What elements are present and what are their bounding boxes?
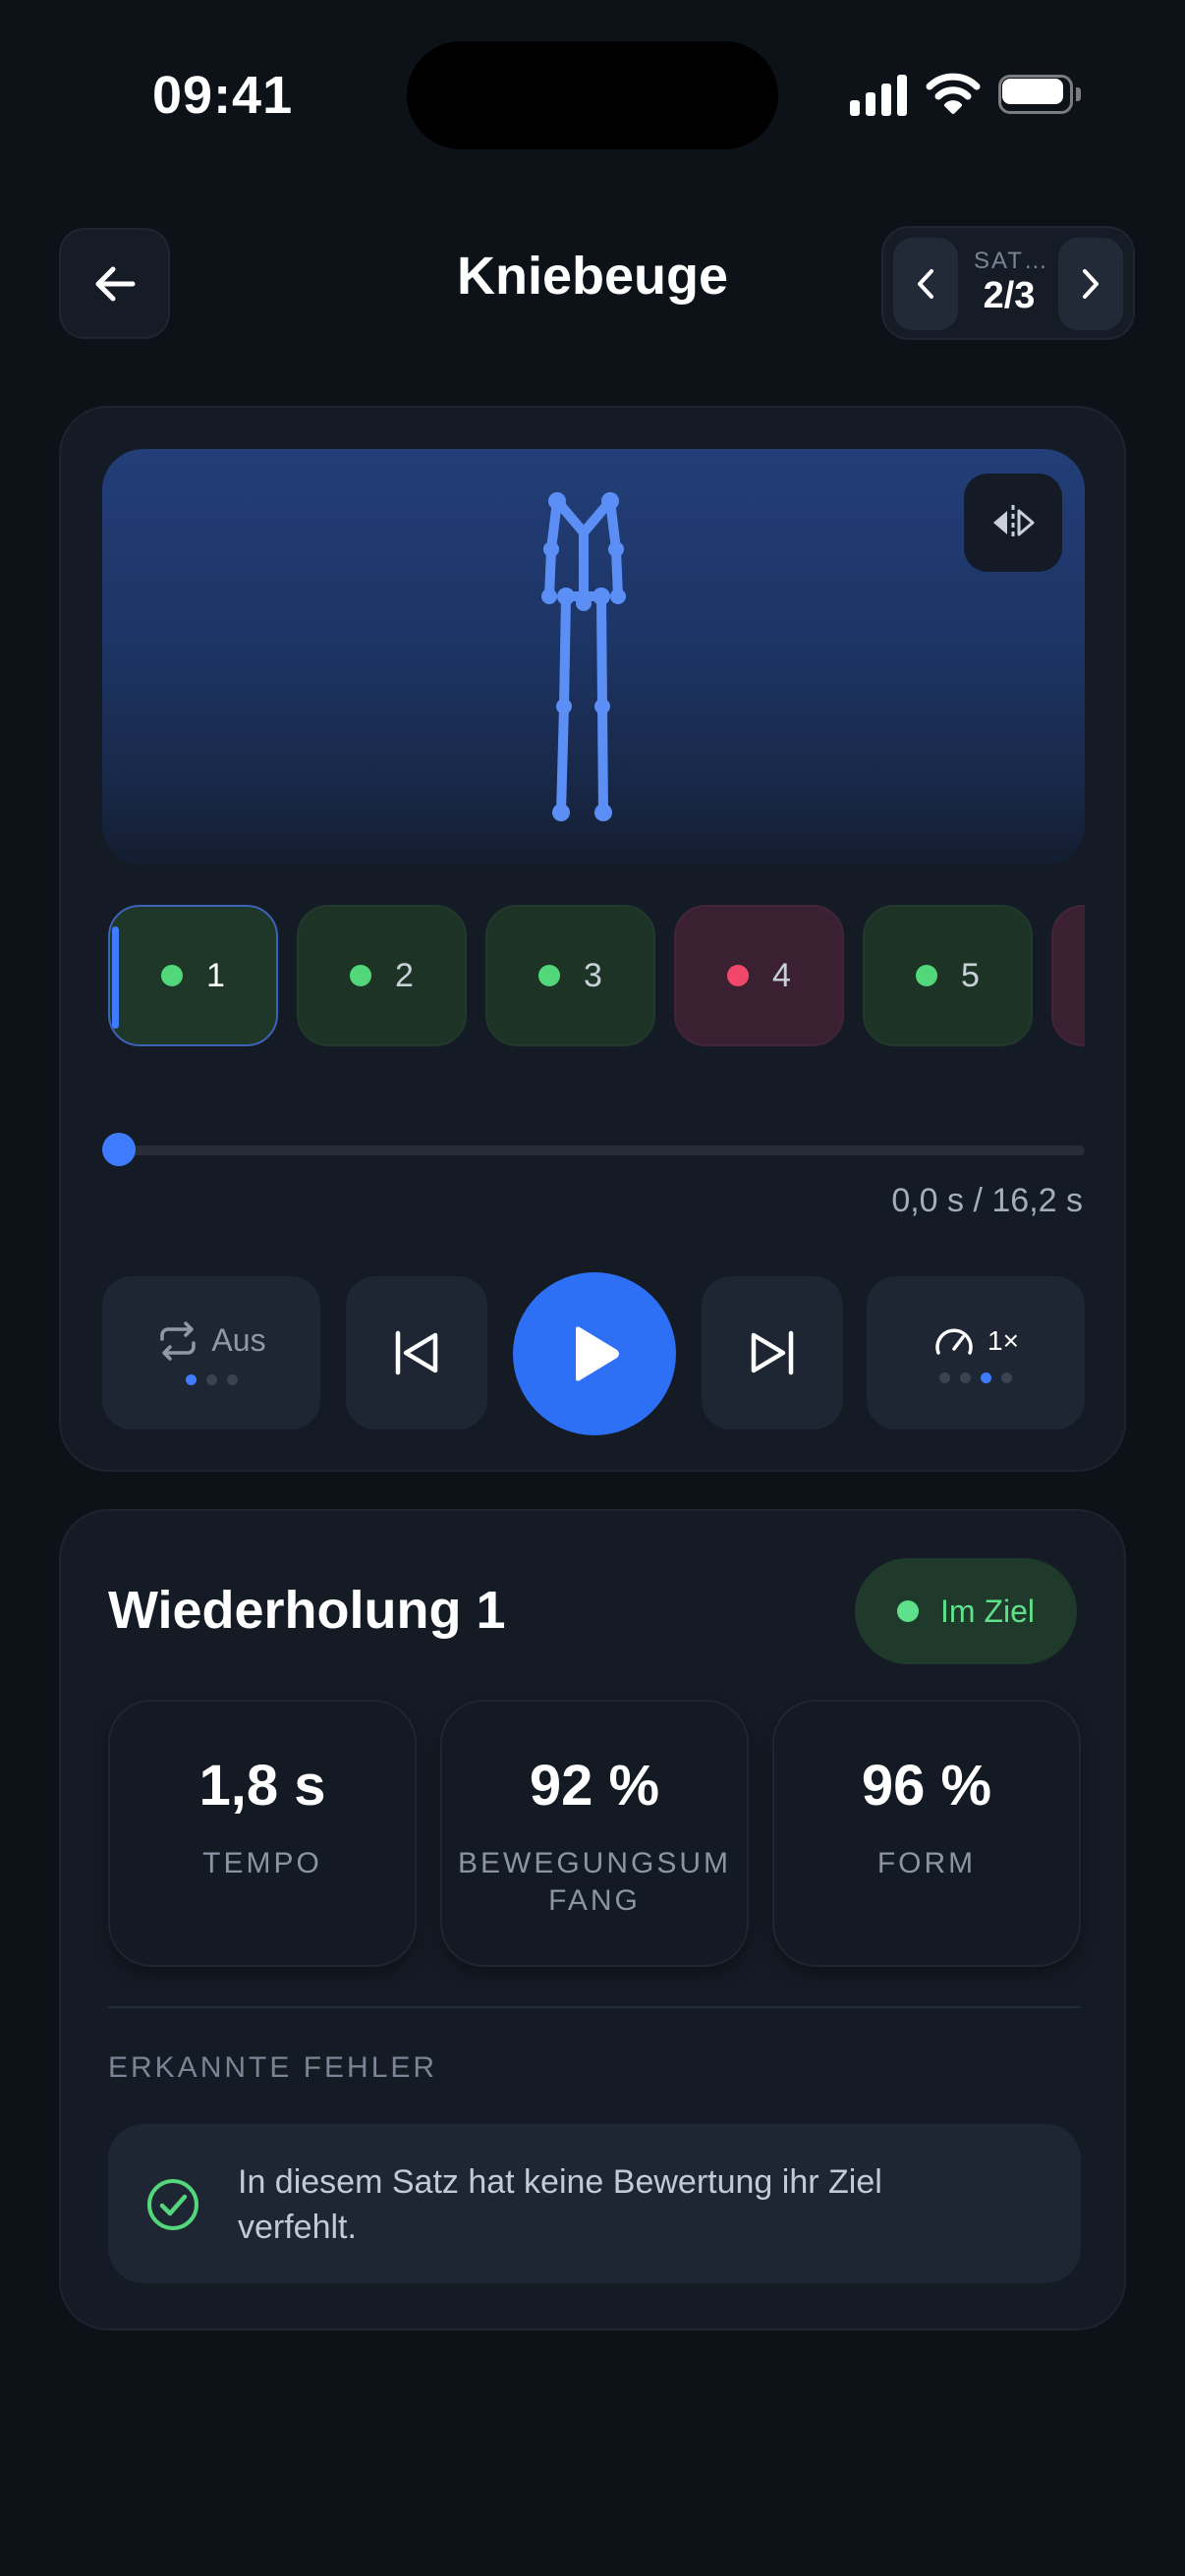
message-text: In diesem Satz hat keine Bewertung ihr Z… <box>238 2163 882 2246</box>
next-rep-button[interactable] <box>702 1276 843 1429</box>
rep-selector: 1 2 3 4 5 <box>102 905 1085 1046</box>
metrics-row: 1,8 s TEMPO 92 % BEWEGUNGSUMFANG 96 % FO… <box>108 1700 1081 1967</box>
rep-stats-card: Wiederholung 1 Im Ziel 1,8 s TEMPO 92 % … <box>59 1509 1126 2330</box>
next-set-button[interactable] <box>1058 238 1123 330</box>
clock: 09:41 <box>152 66 294 125</box>
rep-number: 4 <box>772 956 791 994</box>
check-circle-icon <box>147 2179 198 2230</box>
cellular-signal-icon <box>850 75 907 116</box>
rep-chip[interactable]: 1 <box>108 905 278 1046</box>
wifi-icon <box>926 73 981 114</box>
playback-controls: Aus 1× <box>102 1272 1085 1435</box>
loop-label: Aus <box>211 1322 266 1358</box>
set-navigator: SAT… 2/3 <box>881 226 1135 340</box>
loop-button[interactable]: Aus <box>102 1276 320 1429</box>
play-button[interactable] <box>513 1272 676 1435</box>
rep-chip[interactable]: 3 <box>485 905 655 1046</box>
rep-chip[interactable]: 5 <box>863 905 1033 1046</box>
status-dot <box>897 1600 919 1622</box>
previous-set-button[interactable] <box>893 238 958 330</box>
speedometer-icon <box>935 1328 973 1355</box>
battery-icon <box>998 75 1081 114</box>
mirror-icon <box>993 505 1035 540</box>
page-title: Kniebeuge <box>456 247 729 306</box>
rep-number: 1 <box>206 956 225 994</box>
rep-number: 2 <box>395 956 414 994</box>
metric-value: 1,8 s <box>198 1754 326 1818</box>
previous-rep-button[interactable] <box>346 1276 487 1429</box>
play-icon <box>576 1326 619 1381</box>
chevron-right-icon <box>1083 269 1099 299</box>
mirror-button[interactable] <box>964 474 1062 572</box>
metric-value: 92 % <box>529 1754 660 1818</box>
timeline-handle[interactable] <box>102 1133 136 1166</box>
rep-title: Wiederholung 1 <box>108 1581 506 1640</box>
rep-status-dot <box>538 965 561 986</box>
rep-status-dot <box>161 965 184 986</box>
section-label: ERKANNTE FEHLER <box>108 2051 438 2084</box>
divider <box>108 2006 1081 2008</box>
playback-speed-button[interactable]: 1× <box>867 1276 1085 1429</box>
loop-mode-dots <box>185 1373 238 1385</box>
metric-value: 96 % <box>861 1754 992 1818</box>
rep-status-dot <box>727 965 750 986</box>
back-button[interactable] <box>59 228 170 339</box>
timeline-scrubber[interactable] <box>102 1131 1085 1170</box>
metric-range-of-motion: 92 % BEWEGUNGSUMFANG <box>440 1700 749 1967</box>
time-readout: 0,0 s / 16,2 s <box>891 1182 1083 1219</box>
metric-form: 96 % FORM <box>772 1700 1081 1967</box>
rep-chip[interactable]: 2 <box>297 905 467 1046</box>
metric-tempo: 1,8 s TEMPO <box>108 1700 417 1967</box>
metric-label: FORM <box>876 1847 977 1879</box>
no-errors-message: In diesem Satz hat keine Bewertung ihr Z… <box>108 2124 1081 2283</box>
rep-status-dot <box>916 965 938 986</box>
status-badge: Im Ziel <box>855 1558 1077 1664</box>
metric-label: TEMPO <box>202 1847 322 1879</box>
arrow-left-icon <box>95 266 135 301</box>
status-label: Im Ziel <box>940 1593 1035 1629</box>
pose-skeleton <box>541 492 626 821</box>
rep-chip[interactable]: 4 <box>674 905 844 1046</box>
speed-dots <box>939 1372 1012 1383</box>
set-label: SAT… <box>974 248 1044 274</box>
skip-forward-icon <box>751 1330 794 1375</box>
chevron-left-icon <box>918 269 933 299</box>
player-card: 1 2 3 4 5 0,0 s / 16,2 s Aus 1× <box>59 406 1126 1472</box>
skip-back-icon <box>395 1330 438 1375</box>
metric-label: BEWEGUNGSUMFANG <box>457 1847 731 1917</box>
set-value: 2/3 <box>983 275 1036 316</box>
rep-number: 5 <box>961 956 980 994</box>
rep-chip[interactable] <box>1051 905 1085 1046</box>
dynamic-island <box>407 41 778 149</box>
pose-video-view[interactable] <box>102 449 1085 866</box>
status-bar: 09:41 <box>0 0 1185 187</box>
speed-label: 1× <box>988 1324 1019 1356</box>
rep-status-dot <box>350 965 372 986</box>
rep-number: 3 <box>584 956 602 994</box>
timeline-track[interactable] <box>102 1146 1085 1155</box>
repeat-icon <box>160 1320 197 1361</box>
